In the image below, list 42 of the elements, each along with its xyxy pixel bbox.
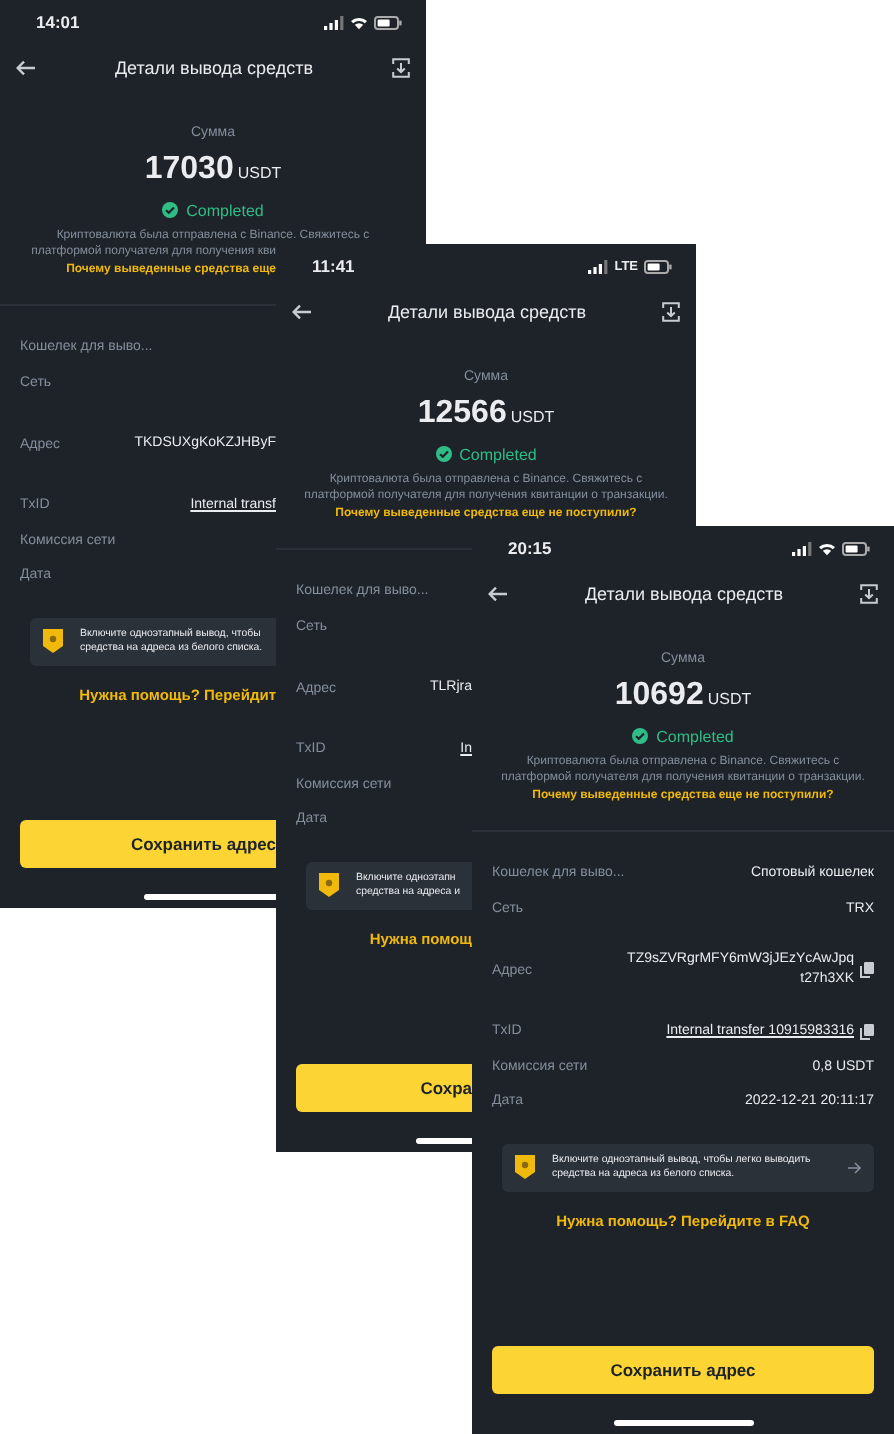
signal-icon [588, 259, 609, 273]
status-time: 11:41 [312, 256, 355, 276]
shield-icon [318, 872, 340, 898]
page-title: Детали вывода средств [387, 302, 587, 322]
shield-icon [42, 628, 64, 654]
page-title: Детали вывода средств [114, 58, 314, 78]
download-icon[interactable] [391, 58, 410, 78]
signal-icon [324, 15, 344, 29]
check-circle-icon [162, 202, 179, 218]
status-text: Completed [186, 201, 264, 219]
amount-value: 12566 [417, 396, 507, 432]
save-address-button[interactable]: Сохранить адрес [492, 1346, 874, 1394]
back-arrow-icon[interactable] [292, 304, 312, 320]
home-indicator [613, 1420, 753, 1426]
battery-icon [374, 15, 402, 29]
currency-label: USDT [510, 408, 555, 426]
copy-icon[interactable] [860, 962, 874, 978]
save-address-button[interactable]: Сохра [296, 1064, 472, 1112]
currency-label: USDT [237, 164, 282, 182]
wifi-icon [350, 15, 368, 29]
download-icon[interactable] [661, 302, 680, 322]
copy-icon[interactable] [860, 1023, 874, 1040]
download-icon[interactable] [859, 584, 878, 604]
wifi-icon [818, 541, 836, 555]
status-time: 20:15 [508, 538, 552, 558]
check-circle-icon [435, 446, 452, 462]
status-text: Completed [656, 727, 734, 745]
signal-icon [792, 541, 812, 555]
shield-icon [514, 1154, 536, 1180]
status-text: Completed [459, 445, 537, 463]
battery-icon [842, 541, 870, 555]
amount-value: 17030 [144, 152, 234, 188]
arrow-right-icon [848, 1161, 862, 1173]
status-time: 14:01 [36, 12, 80, 32]
back-arrow-icon[interactable] [16, 60, 36, 76]
amount-value: 10692 [614, 678, 704, 714]
battery-icon [644, 259, 672, 273]
page-title: Детали вывода средств [584, 584, 784, 604]
check-circle-icon [632, 728, 649, 744]
back-arrow-icon[interactable] [488, 586, 508, 602]
save-address-button[interactable]: Сохранить адрес [20, 820, 276, 868]
currency-label: USDT [707, 690, 752, 708]
